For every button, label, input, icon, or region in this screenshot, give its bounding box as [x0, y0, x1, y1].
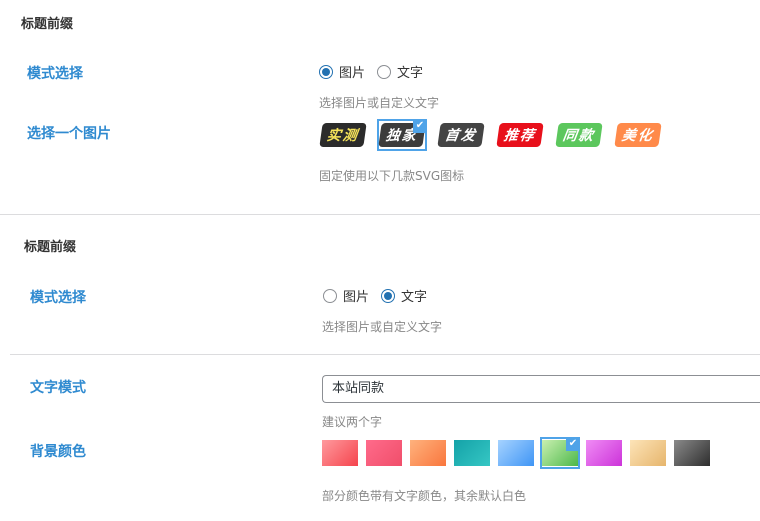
color-swatch-picker: ✔ [320, 437, 716, 469]
color-swatch[interactable] [408, 437, 448, 469]
mode-select-label-2: 模式选择 [30, 290, 86, 306]
radio-image-label-2[interactable]: 图片 [343, 286, 369, 305]
swatch-fill [410, 440, 446, 466]
color-swatch[interactable] [320, 437, 360, 469]
select-image-label: 选择一个图片 [27, 126, 111, 142]
mode-hint-2: 选择图片或自定义文字 [322, 320, 443, 334]
badge-option[interactable]: 首发 [436, 119, 486, 151]
image-hint: 固定使用以下几款SVG图标 [319, 169, 465, 183]
radio-image[interactable] [319, 64, 333, 79]
badge-option[interactable]: 独家 ✔ [377, 119, 427, 151]
swatch-fill [454, 440, 490, 466]
badge-label: 首发 [437, 123, 485, 147]
swatch-fill [322, 440, 358, 466]
checkmark-icon: ✔ [566, 437, 580, 451]
color-swatch[interactable]: ✔ [540, 437, 580, 469]
badge-label: 同款 [555, 123, 603, 147]
radio-text-2[interactable] [381, 288, 396, 303]
color-swatch[interactable] [496, 437, 536, 469]
color-swatch[interactable] [672, 437, 712, 469]
text-mode-input[interactable]: 本站同款 [322, 375, 760, 403]
radio-image-label[interactable]: 图片 [339, 62, 365, 81]
radio-text-label[interactable]: 文字 [397, 62, 423, 81]
swatch-fill [586, 440, 622, 466]
color-swatch[interactable] [364, 437, 404, 469]
swatch-fill [366, 440, 402, 466]
badge-option[interactable]: 美化 [613, 119, 663, 151]
badge-picker: 实测 独家 ✔ 首发 推荐 同款 美化 [318, 119, 672, 151]
text-mode-hint: 建议两个字 [322, 415, 383, 429]
color-swatch[interactable] [584, 437, 624, 469]
swatch-fill [630, 440, 666, 466]
swatch-fill [498, 440, 534, 466]
mode-hint: 选择图片或自定义文字 [319, 96, 440, 110]
bg-color-hint: 部分颜色带有文字颜色，其余默认白色 [322, 489, 527, 503]
radio-text-label-2[interactable]: 文字 [401, 286, 427, 305]
color-swatch[interactable] [452, 437, 492, 469]
mode-radio-group: 图片 文字 [319, 62, 435, 81]
badge-label: 美化 [614, 123, 662, 147]
checkmark-icon: ✔ [413, 119, 427, 133]
field-divider [10, 354, 760, 355]
bg-color-label: 背景颜色 [30, 444, 86, 460]
section2-title: 标题前缀 [24, 240, 77, 255]
section1-title: 标题前缀 [21, 17, 74, 32]
badge-option[interactable]: 实测 [318, 119, 368, 151]
badge-option[interactable]: 推荐 [495, 119, 545, 151]
mode-select-label: 模式选择 [27, 66, 83, 82]
mode-radio-group-2: 图片 文字 [323, 286, 439, 305]
radio-text[interactable] [377, 64, 392, 79]
badge-option[interactable]: 同款 [554, 119, 604, 151]
badge-label: 推荐 [496, 123, 544, 147]
color-swatch[interactable] [628, 437, 668, 469]
badge-label: 实测 [319, 123, 367, 147]
text-mode-label: 文字模式 [30, 380, 86, 396]
radio-image-2[interactable] [323, 288, 337, 303]
section-divider [0, 214, 760, 215]
swatch-fill [674, 440, 710, 466]
